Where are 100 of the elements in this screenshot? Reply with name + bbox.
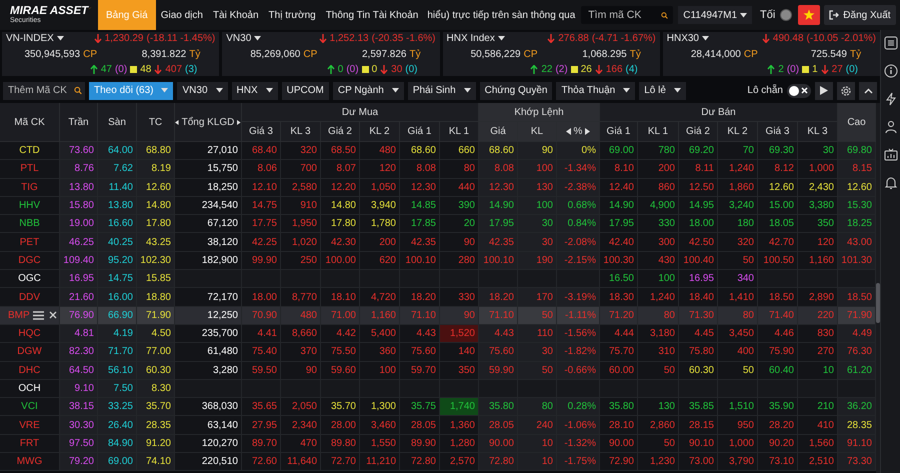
close-icon xyxy=(801,87,808,94)
table-cell: 73.00 xyxy=(679,453,718,472)
table-cell: 33.25 xyxy=(98,398,137,416)
nav-tab[interactable]: Giao dịch xyxy=(156,0,208,30)
index-name[interactable]: HNX30 xyxy=(666,33,699,44)
account-dropdown[interactable]: C114947M1 xyxy=(678,6,752,24)
table-cell: 80 xyxy=(518,398,557,416)
search-input[interactable]: Tìm mã CK xyxy=(586,8,658,22)
language-button[interactable] xyxy=(798,5,820,25)
table-cell: 11,640 xyxy=(281,453,321,472)
volume-unit: CP xyxy=(303,48,318,60)
floor-count: (3) xyxy=(185,64,198,75)
index-name[interactable]: HNX Index xyxy=(446,33,495,44)
table-cell: 11,210 xyxy=(360,453,400,472)
menu-icon[interactable] xyxy=(33,310,44,320)
caret-icon[interactable] xyxy=(702,36,709,41)
decline-count: 27 xyxy=(832,64,843,75)
logout-button[interactable]: Đăng Xuất xyxy=(824,5,896,25)
turnover-value: 1,068.295 xyxy=(581,48,627,60)
table-cell: 12.30 xyxy=(479,178,518,197)
table-cell: 61.20 xyxy=(838,362,876,380)
nav-tab[interactable]: Thông Tin Tài Khoản xyxy=(320,0,424,30)
table-cell: -1.75% xyxy=(557,453,600,472)
watchlist-tab[interactable]: Chứng Quyền xyxy=(480,82,552,100)
ceiling-count: (2) xyxy=(555,64,568,75)
table-cell: 13.80 xyxy=(98,196,137,216)
table-cell: 18.25 xyxy=(838,215,876,234)
table-cell: 4.81 xyxy=(60,324,98,344)
table-cell: 71.70 xyxy=(98,343,137,362)
index-name[interactable]: VN-INDEX xyxy=(6,33,54,44)
search-field[interactable]: Tìm mã CK xyxy=(581,6,674,24)
watchlist-tab[interactable]: VN30 xyxy=(177,82,228,100)
table-cell: 8.30 xyxy=(137,380,175,398)
list-icon[interactable] xyxy=(884,36,898,50)
add-stock-input[interactable]: Thêm Mã CK xyxy=(6,84,72,97)
theme-toggle[interactable] xyxy=(780,9,792,21)
table-cell: 80 xyxy=(718,306,758,325)
watchlist-tab[interactable]: HNX xyxy=(232,82,278,100)
table-cell: 91.10 xyxy=(838,434,876,454)
table-cell: 13.80 xyxy=(60,178,98,197)
table-cell: 10 xyxy=(518,434,557,454)
caret-icon[interactable] xyxy=(56,36,64,41)
close-icon[interactable] xyxy=(49,311,57,320)
tv-icon[interactable] xyxy=(884,148,898,162)
watchlist-tab[interactable]: Lô lẻ xyxy=(639,82,686,100)
table-cell: 1,160 xyxy=(360,306,400,325)
table-cell: -2.15% xyxy=(557,252,600,270)
watchlist-tab[interactable]: UPCOM xyxy=(282,82,329,100)
nav-tab[interactable]: Tài Khoản xyxy=(208,0,264,30)
caret-icon[interactable] xyxy=(498,36,505,41)
table-cell: 11.40 xyxy=(98,178,137,197)
column-label: Trần xyxy=(68,116,89,128)
table-cell: 64.50 xyxy=(60,362,98,380)
board-lot-toggle[interactable] xyxy=(787,84,811,98)
table-cell: 69.80 xyxy=(838,142,876,160)
watchlist-tab[interactable]: CP Ngành xyxy=(332,82,404,100)
column-label: % xyxy=(574,126,582,137)
table-cell: 8.76 xyxy=(60,160,98,179)
caret-left-icon[interactable] xyxy=(175,118,179,126)
caret-right-icon[interactable] xyxy=(237,118,241,126)
index-value: 1,230.29 xyxy=(104,33,144,44)
news-ticker: hiểu) trực tiếp trên sàn thông qua xyxy=(427,10,576,20)
column-label: KL 3 xyxy=(290,126,311,137)
down-arrow-icon xyxy=(318,34,327,43)
column-label: KL 2 xyxy=(727,126,748,137)
bell-icon[interactable] xyxy=(884,176,898,190)
table-cell: 30 xyxy=(518,215,557,234)
volume-value: 85,269,060 xyxy=(249,48,300,60)
column-label: Giá 1 xyxy=(606,126,630,137)
lightning-icon[interactable] xyxy=(884,92,898,106)
add-stock-field[interactable]: Thêm Mã CK xyxy=(3,82,85,100)
table-cell: 190 xyxy=(518,252,557,270)
table-cell: 170 xyxy=(518,288,557,307)
ceiling-count: (0) xyxy=(114,64,128,75)
table-cell: 8.19 xyxy=(137,160,175,179)
table-cell: 0% xyxy=(557,142,600,160)
floor-count: (4) xyxy=(626,64,638,75)
table-cell: 102.30 xyxy=(137,252,175,270)
person-icon[interactable] xyxy=(884,120,898,134)
table-cell: -2.08% xyxy=(557,233,600,252)
play-button[interactable] xyxy=(815,82,833,100)
caret-right-icon[interactable] xyxy=(585,128,590,135)
down-arrow-icon xyxy=(154,65,162,74)
watchlist-tab[interactable]: Thỏa Thuận xyxy=(556,82,636,100)
caret-left-icon[interactable] xyxy=(566,128,571,135)
advance-count: 47 xyxy=(100,64,112,75)
settings-button[interactable] xyxy=(837,82,855,100)
nav-tab[interactable]: Thị trường xyxy=(264,0,321,30)
caret-icon[interactable] xyxy=(254,36,262,41)
index-name[interactable]: VN30 xyxy=(226,33,252,44)
table-cell: 110 xyxy=(518,324,557,344)
turnover-unit: Tỷ xyxy=(630,48,642,60)
column-label: Cao xyxy=(847,116,866,128)
watchlist-tab[interactable]: Phái Sinh xyxy=(408,82,476,100)
info-icon[interactable] xyxy=(884,64,898,78)
turnover-unit: Tỷ xyxy=(189,48,202,60)
column-label: Giá xyxy=(490,126,506,137)
volume-value: 350,945,593 xyxy=(24,48,80,60)
table-cell: 71.40 xyxy=(758,306,798,325)
collapse-button[interactable] xyxy=(859,82,877,100)
